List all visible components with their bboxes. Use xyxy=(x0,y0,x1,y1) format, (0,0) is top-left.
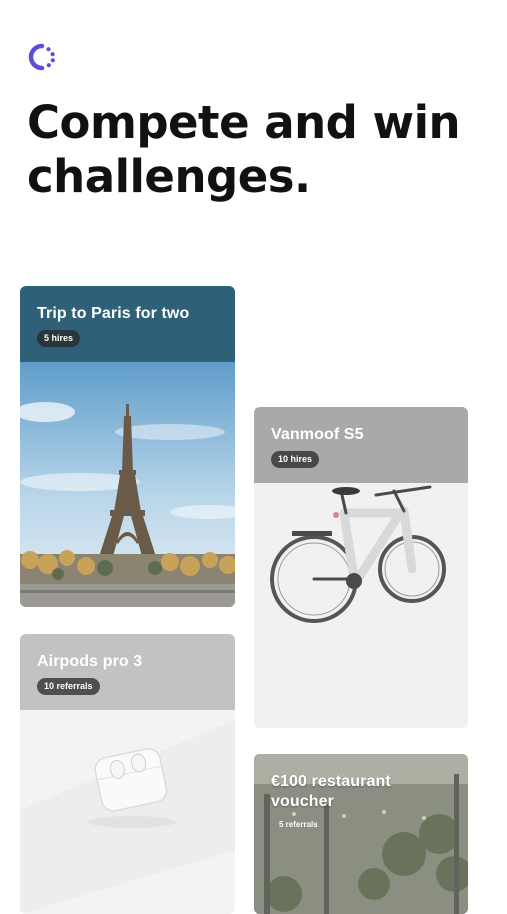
card-header: €100 restaurant voucher 5 referrals xyxy=(254,754,468,832)
page-headline: Compete and win challenges. xyxy=(27,96,461,203)
card-title: Trip to Paris for two xyxy=(37,305,190,322)
card-title: Airpods pro 3 xyxy=(37,653,143,670)
spinner-logo-icon xyxy=(28,43,55,71)
card-title: €100 restaurant voucher xyxy=(271,773,391,810)
challenge-card-restaurant[interactable]: €100 restaurant voucher 5 referrals xyxy=(254,754,468,914)
bicycle-image xyxy=(254,483,468,728)
airpods-case-image xyxy=(20,710,235,914)
referrals-badge: 10 referrals xyxy=(37,678,100,695)
eiffel-tower-image xyxy=(20,362,235,607)
card-header: Trip to Paris for two 5 hires xyxy=(20,286,235,362)
card-header: Airpods pro 3 10 referrals xyxy=(20,634,235,710)
challenge-card-paris[interactable]: Trip to Paris for two 5 hires xyxy=(20,286,235,607)
challenge-card-vanmoof[interactable]: Vanmoof S5 10 hires xyxy=(254,407,468,728)
card-header: Vanmoof S5 10 hires xyxy=(254,407,468,483)
hires-badge: 5 hires xyxy=(37,330,81,347)
hires-badge: 10 hires xyxy=(271,451,320,468)
card-title: Vanmoof S5 xyxy=(271,426,364,443)
referrals-badge: 5 referrals xyxy=(279,820,318,829)
challenge-card-airpods[interactable]: Airpods pro 3 10 referrals xyxy=(20,634,235,914)
